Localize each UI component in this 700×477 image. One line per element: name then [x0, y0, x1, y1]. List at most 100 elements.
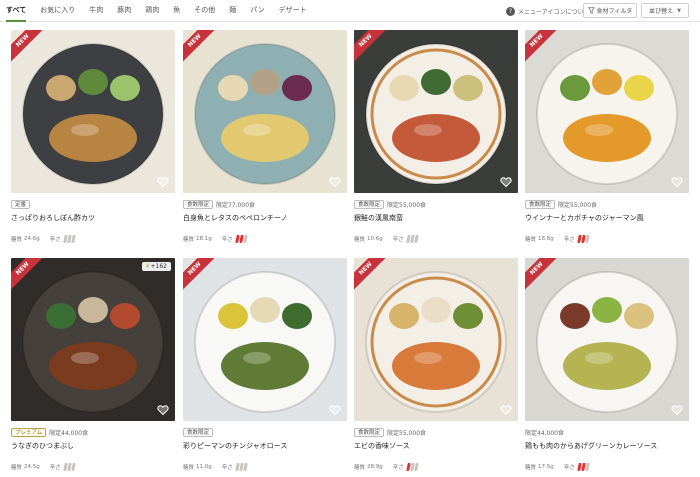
- carb-label: 糖質: [11, 465, 23, 471]
- product-photo[interactable]: NEW: [183, 30, 347, 193]
- product-card[interactable]: NEW 食数限定 限定55,000食 ウインナーとカボチャのジャーマン風 糖質 18.8g…: [525, 30, 689, 252]
- spice-label: 辛さ: [221, 237, 233, 243]
- product-name[interactable]: さっぱりおろしぽん酢カツ: [11, 213, 95, 223]
- product-card[interactable]: NEW 食数限定 限定55,000食エビの香味ソース糖質 28.9g 辛さ: [354, 258, 518, 477]
- carb-value: 10.6g: [367, 236, 383, 242]
- product-photo[interactable]: NEW: [11, 30, 175, 193]
- product-grid: NEW 定番 さっぱりおろしぽん酢カツ 糖質 24.6g 辛さ NEW 食数限定 限定77,00…: [0, 0, 700, 477]
- dish-photo: [11, 258, 175, 421]
- carb-label: 糖質: [354, 237, 366, 243]
- product-badge: 食数限定: [354, 427, 385, 437]
- product-photo[interactable]: NEW: [525, 258, 689, 421]
- badge-row: 食数限定 限定77,000食: [183, 199, 255, 209]
- carb-value: 18.8g: [538, 236, 554, 242]
- carb-label: 糖質: [11, 237, 23, 243]
- badge-row: 定番: [11, 199, 33, 209]
- dish-photo: [11, 30, 175, 193]
- product-name[interactable]: うなぎのひつまぶし: [11, 441, 74, 451]
- dish-photo: [354, 258, 518, 421]
- badge-row: 限定44,000食: [525, 427, 564, 437]
- product-meta: 糖質 10.6g 辛さ: [354, 235, 419, 243]
- dish-photo: [354, 30, 518, 193]
- chili-icon: [242, 235, 248, 243]
- carb-label: 糖質: [354, 465, 366, 471]
- product-name[interactable]: 白身魚とレタスのペペロンチーノ: [183, 213, 288, 223]
- dish-photo: [525, 30, 689, 193]
- product-meta: 糖質 18.1g 辛さ: [183, 235, 248, 243]
- product-card[interactable]: NEW 食数限定彩りピーマンのチンジャオロース糖質 11.0g 辛さ: [183, 258, 347, 477]
- quantity-limit: 限定55,000食: [558, 201, 598, 209]
- product-card[interactable]: NEW 食数限定 限定77,000食白身魚とレタスのペペロンチーノ糖質 18.1g 辛さ: [183, 30, 347, 252]
- product-photo[interactable]: NEW: [354, 30, 518, 193]
- heart-icon[interactable]: [500, 176, 512, 188]
- heart-icon[interactable]: [329, 404, 341, 416]
- dish-photo: [525, 258, 689, 421]
- heart-icon[interactable]: [671, 404, 683, 416]
- yen-icon: ¥: [145, 263, 150, 270]
- spice-level: [234, 235, 248, 243]
- dish-photo: [183, 258, 347, 421]
- product-photo[interactable]: NEW: [354, 258, 518, 421]
- product-meta: 糖質 28.9g 辛さ: [354, 463, 419, 471]
- product-badge: 定番: [11, 199, 31, 209]
- chili-icon: [242, 463, 248, 471]
- product-name[interactable]: エビの香味ソース: [354, 441, 410, 451]
- product-photo[interactable]: NEW: [183, 258, 347, 421]
- spice-label: 辛さ: [563, 465, 575, 471]
- spice-label: 辛さ: [392, 465, 404, 471]
- carb-label: 糖質: [525, 237, 537, 243]
- quantity-limit: 限定55,000食: [387, 201, 427, 209]
- carb-label: 糖質: [525, 465, 537, 471]
- heart-icon[interactable]: [157, 176, 169, 188]
- extra-price-value: +162: [150, 263, 167, 270]
- chili-icon: [584, 463, 590, 471]
- spice-level: [62, 235, 76, 243]
- carb-value: 18.1g: [196, 236, 212, 242]
- quantity-limit: 限定55,000食: [387, 429, 427, 437]
- product-name[interactable]: 鶏もも肉のからあげグリーンカレーソース: [525, 441, 657, 451]
- product-card[interactable]: NEW 限定44,000食鶏もも肉のからあげグリーンカレーソース糖質 17.5g 辛さ: [525, 258, 689, 477]
- carb-value: 24.5g: [24, 464, 40, 470]
- product-name[interactable]: 銀鮭の漢風南蛮: [354, 213, 403, 223]
- product-meta: 糖質 17.5g 辛さ: [525, 463, 590, 471]
- spice-level: [405, 463, 419, 471]
- spice-label: 辛さ: [221, 465, 233, 471]
- spice-level: [62, 463, 76, 471]
- product-card[interactable]: NEW 食数限定 限定55,000食銀鮭の漢風南蛮糖質 10.6g 辛さ: [354, 30, 518, 252]
- carb-label: 糖質: [183, 465, 195, 471]
- spice-level: [576, 235, 590, 243]
- heart-icon[interactable]: [329, 176, 341, 188]
- product-photo[interactable]: NEW: [525, 30, 689, 193]
- badge-row: 食数限定 限定55,000食: [525, 199, 597, 209]
- heart-icon[interactable]: [671, 176, 683, 188]
- product-name[interactable]: ウインナーとカボチャのジャーマン風: [525, 213, 644, 223]
- product-badge: 食数限定: [183, 199, 214, 209]
- quantity-limit: 限定44,000食: [49, 429, 89, 437]
- product-badge: 食数限定: [183, 427, 214, 437]
- carb-value: 17.5g: [538, 464, 554, 470]
- carb-label: 糖質: [183, 237, 195, 243]
- product-meta: 糖質 24.5g 辛さ: [11, 463, 76, 471]
- product-photo[interactable]: NEW ¥+162: [11, 258, 175, 421]
- quantity-limit: 限定44,000食: [525, 429, 564, 437]
- spice-level: [576, 463, 590, 471]
- spice-label: 辛さ: [49, 465, 61, 471]
- product-card[interactable]: NEW 定番 さっぱりおろしぽん酢カツ 糖質 24.6g 辛さ: [11, 30, 175, 252]
- heart-icon[interactable]: [157, 404, 169, 416]
- extra-price-tag: ¥+162: [141, 262, 171, 271]
- spice-label: 辛さ: [392, 237, 404, 243]
- dish-photo: [183, 30, 347, 193]
- carb-value: 24.6g: [24, 236, 40, 242]
- carb-value: 28.9g: [367, 464, 383, 470]
- product-badge: 食数限定: [354, 199, 385, 209]
- product-badge: プレミアム: [11, 427, 47, 437]
- spice-level: [405, 235, 419, 243]
- product-name[interactable]: 彩りピーマンのチンジャオロース: [183, 441, 287, 451]
- product-meta: 糖質 18.8g 辛さ: [525, 235, 590, 243]
- carb-value: 11.0g: [196, 464, 212, 470]
- chili-icon: [70, 235, 76, 243]
- heart-icon[interactable]: [500, 404, 512, 416]
- product-card[interactable]: NEW ¥+162 プレミアム 限定44,000食うなぎのひつまぶし糖質 24.5g 辛さ: [11, 258, 175, 477]
- chili-icon: [584, 235, 590, 243]
- chili-icon: [413, 235, 419, 243]
